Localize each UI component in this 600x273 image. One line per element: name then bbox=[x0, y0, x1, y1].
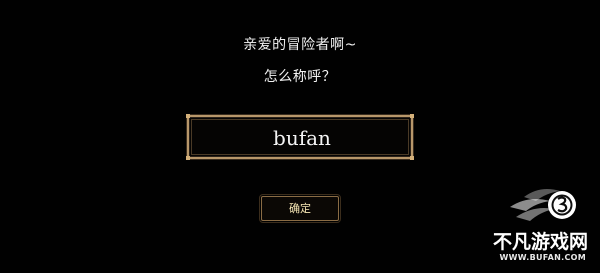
game-screen: 亲爱的冒险者啊~ 怎么称呼？ 确定 不凡游戏网 WWW.BUFAN.COM bbox=[0, 0, 600, 273]
name-input[interactable] bbox=[195, 122, 409, 154]
name-input-frame[interactable] bbox=[186, 114, 414, 160]
watermark-url: WWW.BUFAN.COM bbox=[499, 253, 586, 262]
frame-corner bbox=[186, 156, 190, 160]
prompt-greeting: 亲爱的冒险者啊~ bbox=[243, 37, 357, 53]
site-logo-icon bbox=[510, 189, 576, 221]
frame-corner bbox=[410, 156, 414, 160]
watermark: 不凡游戏网 WWW.BUFAN.COM bbox=[474, 177, 594, 269]
frame-corner bbox=[186, 114, 190, 118]
confirm-button[interactable]: 确定 bbox=[259, 194, 341, 223]
prompt-question: 怎么称呼？ bbox=[263, 69, 337, 85]
frame-corner bbox=[410, 114, 414, 118]
watermark-title: 不凡游戏网 bbox=[492, 231, 588, 253]
